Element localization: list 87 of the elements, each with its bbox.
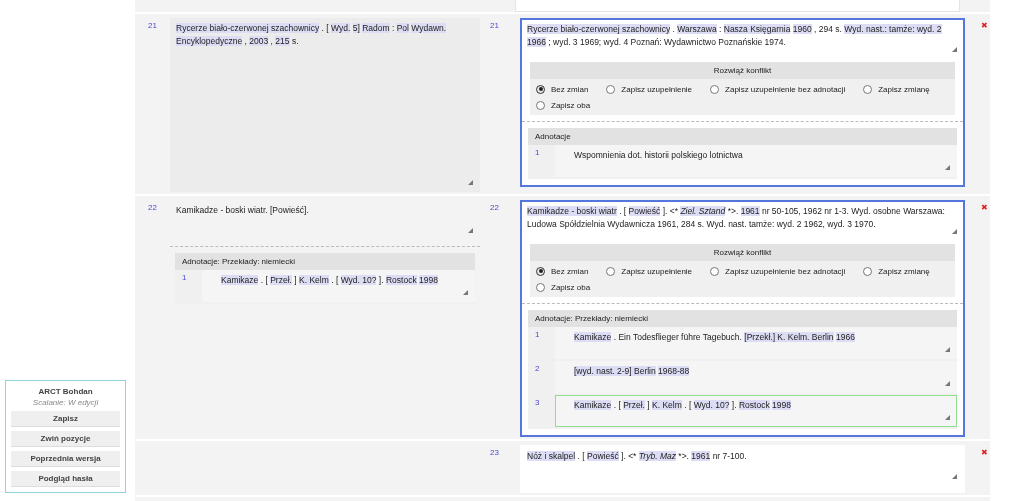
record-number: 23 — [490, 447, 500, 457]
resize-handle-icon[interactable] — [945, 165, 950, 170]
panel-button[interactable]: Zapisz — [11, 411, 120, 427]
delete-icon[interactable]: ✖ — [965, 18, 1003, 30]
annotations-header: Adnotacje: Przekłady: niemiecki — [528, 310, 957, 327]
record-number: 21 — [490, 20, 500, 30]
record-number: 22 — [148, 202, 158, 212]
resize-handle-icon[interactable] — [468, 228, 473, 233]
annotation-number: 3 — [535, 397, 541, 409]
highlighted-term: [Przekł.] K. Kelm. Berlin — [744, 332, 834, 342]
highlighted-term: Kamikaze — [574, 400, 612, 410]
annotations-header: Adnotacje — [528, 128, 957, 145]
radio-option[interactable]: Zapisz oba — [536, 99, 591, 111]
highlighted-term: Nóż i skalpel — [527, 451, 576, 461]
panel-button[interactable]: Podgląd hasła — [11, 471, 120, 487]
highlighted-term: 1998 — [772, 400, 791, 410]
annotation-number: 1 — [535, 329, 541, 341]
highlighted-term: Wyd. 10? — [693, 400, 730, 410]
highlighted-term: 5] — [352, 23, 360, 33]
radio-option[interactable]: Bez zmian — [536, 83, 589, 95]
highlighted-term: 215 — [275, 35, 290, 46]
record-text-field[interactable] — [515, 0, 960, 12]
conflict-header: Rozwiąż konflikt — [530, 244, 955, 261]
highlighted-term: 1968-88 — [658, 366, 690, 376]
radio-option[interactable]: Zapisz oba — [536, 281, 591, 293]
record-text-field[interactable]: Rycerze biało-czerwonej szachownicy . [ Wyd. 5] Radom : Pol Wydawn. Encyklopedyczne , 2003 , 215 s. — [170, 18, 480, 192]
annotation-text-field[interactable]: [wyd. nast. 2-9] Berlin 1968-88 — [555, 361, 957, 393]
highlighted-term: 1998 — [419, 275, 438, 285]
resize-handle-icon[interactable] — [952, 229, 957, 234]
record-number: 22 — [490, 202, 500, 212]
highlighted-term: Kamikaze — [574, 332, 612, 342]
radio-option[interactable]: Zapisz uzupełnienie — [606, 83, 693, 95]
radio-option[interactable]: Zapisz uzupełnienie — [606, 265, 693, 277]
highlighted-term: 1961 — [691, 451, 711, 461]
radio-option[interactable]: Zapisz zmianę — [863, 265, 930, 277]
highlighted-term: 1961 — [740, 206, 760, 216]
delete-icon[interactable]: ✖ — [965, 445, 1003, 457]
annotations-header: Adnotacje: Przekłady: niemiecki — [175, 253, 475, 270]
record-number: 21 — [148, 20, 158, 30]
author-name: ARCT Bohdan — [37, 387, 94, 396]
highlighted-term: Wyd. — [331, 23, 351, 33]
highlighted-term: Powieść — [628, 206, 661, 216]
resize-handle-icon[interactable] — [952, 474, 957, 479]
panel-button[interactable]: Poprzednia wersja — [11, 451, 120, 467]
highlighted-term: Radom — [362, 23, 390, 33]
highlighted-term: [wyd. nast. 2-9] Berlin — [574, 366, 656, 376]
resize-handle-icon[interactable] — [945, 381, 950, 386]
highlighted-term: 1960 — [792, 24, 812, 34]
highlighted-term: Wyd. 10? — [340, 275, 377, 285]
annotation-number: 1 — [535, 147, 541, 159]
merge-status: Scalanie: W edycji — [31, 398, 100, 407]
highlighted-term: Rostock — [385, 275, 417, 285]
resize-handle-icon[interactable] — [945, 415, 950, 420]
resize-handle-icon[interactable] — [468, 180, 473, 185]
radio-option[interactable]: Zapisz uzupełnienie bez adnotacji — [710, 265, 846, 277]
radio-option[interactable]: Bez zmian — [536, 265, 589, 277]
delete-icon[interactable]: ✖ — [965, 200, 1003, 212]
highlighted-term: K. Kelm — [299, 275, 329, 285]
resize-handle-icon[interactable] — [952, 47, 957, 52]
resize-handle-icon[interactable] — [945, 347, 950, 352]
highlighted-term: Kamikaze — [221, 275, 259, 285]
annotation-text-field[interactable]: Kamikaze . [ Przeł. ] K. Kelm . [ Wyd. 10? ]. Rostock 1998 — [202, 270, 475, 302]
radio-option[interactable]: Zapisz zmianę — [863, 83, 930, 95]
highlighted-term: Warszawa — [677, 24, 717, 34]
highlighted-term: 2003 — [249, 35, 269, 46]
highlighted-term: Nasza Księgarnia — [723, 24, 791, 34]
highlighted-term: Ziel. Sztand — [680, 206, 726, 216]
panel-button[interactable]: Zwiń pozycje — [11, 431, 120, 447]
highlighted-term: Rostock — [738, 400, 770, 410]
conflict-header: Rozwiąż konflikt — [530, 62, 955, 79]
annotation-text-field[interactable]: Wspomnienia dot. historii polskiego lotnictwa — [555, 145, 957, 177]
annotation-text-field[interactable]: Kamikaze . Ein Todesflieger führe Tagebuch. [Przekł.] K. Kelm. Berlin 1966 — [555, 327, 957, 359]
highlighted-term: Tryb. Maz — [638, 451, 676, 461]
highlighted-term: Rycerze biało-czerwonej szachownicy — [527, 24, 671, 34]
resize-handle-icon[interactable] — [463, 290, 468, 295]
annotation-text-field[interactable]: Kamikaze . [ Przeł. ] K. Kelm . [ Wyd. 10? ]. Rostock 1998 — [555, 395, 957, 427]
highlighted-term: 1966 — [835, 332, 855, 342]
annotation-number: 1 — [182, 272, 188, 284]
highlighted-term: Rycerze biało-czerwonej szachownicy — [176, 23, 320, 33]
highlighted-term: K. Kelm — [652, 400, 682, 410]
highlighted-term: Powieść — [587, 451, 619, 461]
annotation-number: 2 — [535, 363, 541, 375]
radio-option[interactable]: Zapisz uzupełnienie bez adnotacji — [710, 83, 846, 95]
highlighted-term: Przeł. — [623, 400, 645, 410]
highlighted-term: Kamikadze - boski wiatr — [527, 206, 617, 216]
highlighted-term: Przeł. — [270, 275, 292, 285]
highlighted-term: Pol — [396, 23, 409, 33]
